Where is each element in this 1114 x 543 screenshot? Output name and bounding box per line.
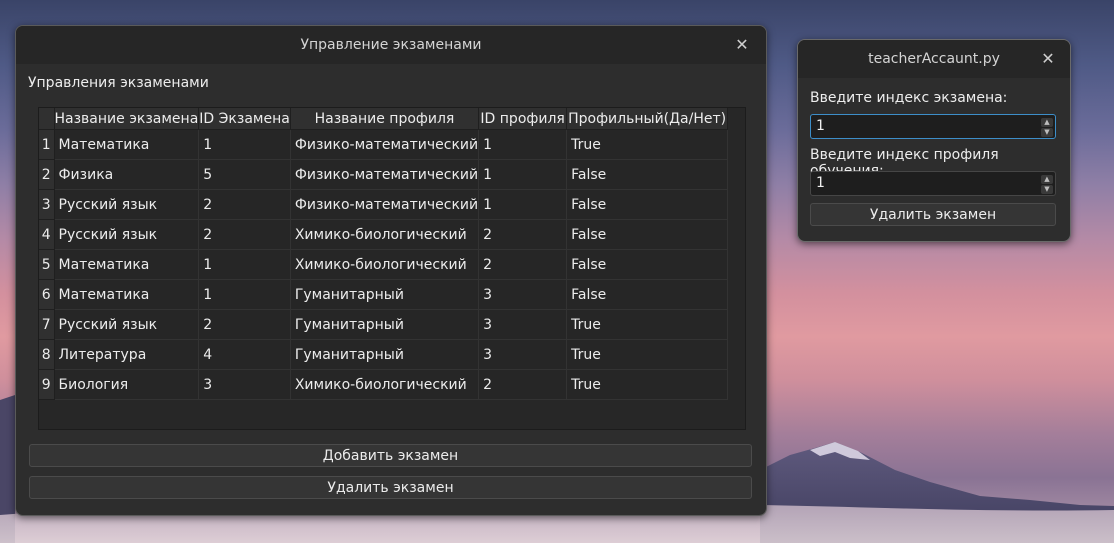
column-header-profile-name[interactable]: Название профиля	[290, 108, 480, 130]
table-row[interactable]: 8 Литература 4 Гуманитарный 3 True	[39, 339, 729, 370]
exams-table-grid: Название экзамена ID Экзамена Название п…	[39, 108, 729, 400]
table-cell[interactable]: Гуманитарный	[290, 309, 480, 340]
delete-exam-dialog: teacherAccaunt.py ✕ Введите индекс экзам…	[797, 39, 1071, 242]
row-header[interactable]: 9	[39, 369, 55, 400]
spin-down-icon[interactable]: ▼	[1041, 127, 1053, 137]
table-cell[interactable]: False	[566, 249, 729, 280]
table-cell[interactable]: 1	[198, 129, 291, 160]
table-cell[interactable]: 1	[198, 249, 291, 280]
add-exam-button[interactable]: Добавить экзамен	[29, 444, 752, 467]
table-cell[interactable]: Химико-биологический	[290, 249, 480, 280]
table-cell[interactable]: Физико-математический	[290, 129, 480, 160]
table-cell[interactable]: 2	[478, 249, 568, 280]
table-cell[interactable]: 2	[478, 369, 568, 400]
column-header-profile-id[interactable]: ID профиля	[478, 108, 568, 130]
table-cell[interactable]: 3	[478, 309, 568, 340]
row-header[interactable]: 2	[39, 159, 55, 190]
table-cell[interactable]: Химико-биологический	[290, 369, 480, 400]
table-cell[interactable]: 1	[198, 279, 291, 310]
main-close-button[interactable]: ✕	[732, 35, 752, 55]
exam-index-stepper[interactable]: ▲ ▼	[1041, 117, 1053, 137]
table-cell[interactable]: Математика	[54, 279, 200, 310]
table-cell[interactable]: Математика	[54, 129, 200, 160]
table-cell[interactable]: Математика	[54, 249, 200, 280]
table-corner-button[interactable]	[39, 108, 55, 130]
table-cell[interactable]: Биология	[54, 369, 200, 400]
main-window-title: Управление экзаменами	[300, 37, 482, 53]
table-cell[interactable]: True	[566, 129, 729, 160]
table-cell[interactable]: True	[566, 309, 729, 340]
dialog-title: teacherAccaunt.py	[868, 51, 1000, 67]
row-header[interactable]: 8	[39, 339, 55, 370]
table-row[interactable]: 2 Физика 5 Физико-математический 1 False	[39, 159, 729, 190]
table-cell[interactable]: Физико-математический	[290, 189, 480, 220]
table-cell[interactable]: Физико-математический	[290, 159, 480, 190]
delete-exam-button[interactable]: Удалить экзамен	[29, 476, 752, 499]
table-cell[interactable]: 1	[478, 159, 568, 190]
table-header-row: Название экзамена ID Экзамена Название п…	[39, 108, 729, 130]
table-cell[interactable]: 2	[198, 309, 291, 340]
column-header-exam-name[interactable]: Название экзамена	[54, 108, 200, 130]
profile-index-value: 1	[816, 175, 825, 191]
row-header[interactable]: 4	[39, 219, 55, 250]
table-cell[interactable]: False	[566, 219, 729, 250]
row-header[interactable]: 1	[39, 129, 55, 160]
table-cell[interactable]: 3	[198, 369, 291, 400]
column-header-is-profile[interactable]: Профильный(Да/Нет)	[566, 108, 729, 130]
spin-down-icon[interactable]: ▼	[1041, 184, 1053, 194]
table-cell[interactable]: Гуманитарный	[290, 339, 480, 370]
table-cell[interactable]: False	[566, 189, 729, 220]
table-cell[interactable]: 5	[198, 159, 291, 190]
spin-up-icon[interactable]: ▲	[1041, 174, 1053, 184]
table-cell[interactable]: 4	[198, 339, 291, 370]
exam-index-value: 1	[816, 118, 825, 134]
table-cell[interactable]: 2	[198, 189, 291, 220]
column-header-exam-id[interactable]: ID Экзамена	[198, 108, 291, 130]
exam-index-spinbox[interactable]: 1 ▲ ▼	[810, 114, 1056, 139]
table-cell[interactable]: Химико-биологический	[290, 219, 480, 250]
table-cell[interactable]: 2	[198, 219, 291, 250]
table-cell[interactable]: 2	[478, 219, 568, 250]
table-row[interactable]: 1 Математика 1 Физико-математический 1 True	[39, 129, 729, 160]
spin-up-icon[interactable]: ▲	[1041, 117, 1053, 127]
section-label: Управления экзаменами	[28, 75, 209, 91]
table-cell[interactable]: Русский язык	[54, 189, 200, 220]
profile-index-spinbox[interactable]: 1 ▲ ▼	[810, 171, 1056, 196]
table-cell[interactable]: 1	[478, 189, 568, 220]
table-cell[interactable]: 3	[478, 279, 568, 310]
table-cell[interactable]: Литература	[54, 339, 200, 370]
row-header[interactable]: 6	[39, 279, 55, 310]
table-row[interactable]: 6 Математика 1 Гуманитарный 3 False	[39, 279, 729, 310]
table-cell[interactable]: False	[566, 279, 729, 310]
table-cell[interactable]: False	[566, 159, 729, 190]
row-header[interactable]: 5	[39, 249, 55, 280]
row-header[interactable]: 3	[39, 189, 55, 220]
table-cell[interactable]: Физика	[54, 159, 200, 190]
table-row[interactable]: 7 Русский язык 2 Гуманитарный 3 True	[39, 309, 729, 340]
table-row[interactable]: 9 Биология 3 Химико-биологический 2 True	[39, 369, 729, 400]
table-row[interactable]: 3 Русский язык 2 Физико-математический 1 Fals…	[39, 189, 729, 220]
table-cell[interactable]: True	[566, 339, 729, 370]
exam-management-window: Управление экзаменами ✕ Управления экзам…	[15, 25, 767, 516]
row-header[interactable]: 7	[39, 309, 55, 340]
main-titlebar[interactable]: Управление экзаменами ✕	[16, 26, 766, 64]
table-cell[interactable]: Гуманитарный	[290, 279, 480, 310]
table-cell[interactable]: Русский язык	[54, 219, 200, 250]
table-cell[interactable]: 3	[478, 339, 568, 370]
table-row[interactable]: 5 Математика 1 Химико-биологический 2 False	[39, 249, 729, 280]
table-cell[interactable]: 1	[478, 129, 568, 160]
exams-table[interactable]: Название экзамена ID Экзамена Название п…	[38, 107, 746, 430]
table-row[interactable]: 4 Русский язык 2 Химико-биологический 2 False	[39, 219, 729, 250]
profile-index-stepper[interactable]: ▲ ▼	[1041, 174, 1053, 194]
exam-index-label: Введите индекс экзамена:	[810, 90, 1008, 106]
dialog-titlebar[interactable]: teacherAccaunt.py ✕	[798, 40, 1070, 78]
dialog-delete-exam-button[interactable]: Удалить экзамен	[810, 203, 1056, 226]
table-cell[interactable]: True	[566, 369, 729, 400]
dialog-close-button[interactable]: ✕	[1038, 49, 1058, 69]
table-cell[interactable]: Русский язык	[54, 309, 200, 340]
